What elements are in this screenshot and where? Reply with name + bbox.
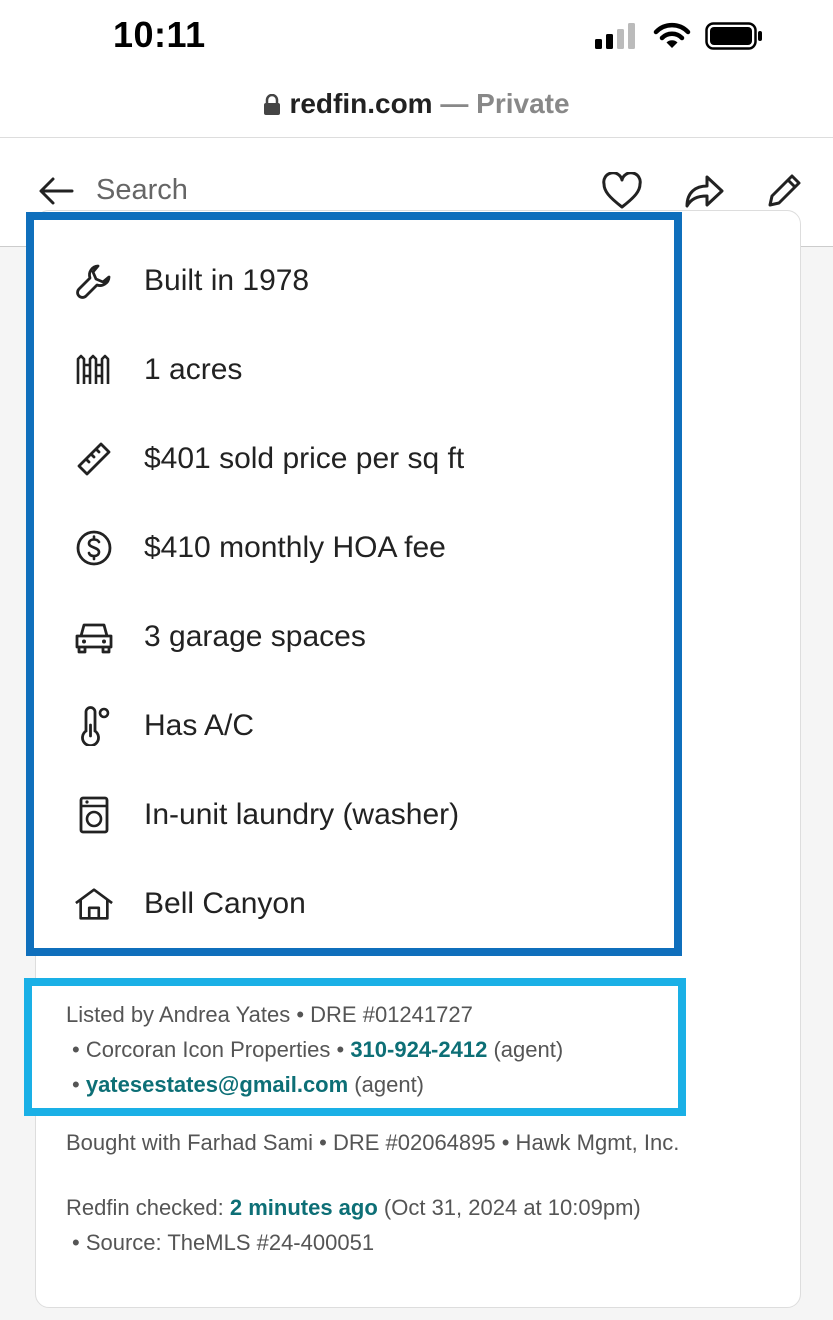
share-arrow-icon[interactable] [683, 172, 725, 210]
lock-icon [264, 94, 281, 115]
agent-label: (agent) [348, 1072, 425, 1097]
mls-source-text: • Source: TheMLS #24-400051 [72, 1230, 375, 1255]
status-bar: 10:11 [0, 0, 833, 80]
dollar-circle-icon [74, 528, 114, 568]
feature-garage: 3 garage spaces [74, 612, 366, 662]
feature-year-built: Built in 1978 [74, 256, 309, 306]
house-icon [74, 884, 114, 924]
url-domain: redfin.com [289, 88, 433, 119]
edit-pencil-icon[interactable] [765, 172, 803, 210]
feature-text: $410 monthly HOA fee [144, 531, 446, 564]
feature-text: Bell Canyon [144, 887, 306, 920]
car-icon [74, 617, 114, 657]
bought-with-text: Bought with Farhad Sami • DRE #02064895 … [66, 1130, 680, 1155]
feature-text: Has A/C [144, 709, 255, 742]
favorite-heart-icon[interactable] [601, 172, 643, 210]
back-arrow-icon[interactable] [38, 176, 74, 206]
cellular-signal-icon [595, 23, 635, 49]
checked-time-link[interactable]: 2 minutes ago [230, 1195, 378, 1220]
listed-by-text: Listed by Andrea Yates • DRE #01241727 [66, 1002, 473, 1027]
feature-text: 1 acres [144, 353, 243, 386]
private-mode-label: Private [476, 88, 570, 119]
feature-community: Bell Canyon [74, 879, 306, 929]
thermometer-icon [74, 706, 114, 746]
fence-icon [74, 350, 114, 390]
bullet-text: • [72, 1072, 86, 1097]
agent-phone-link[interactable]: 310-924-2412 [350, 1037, 487, 1062]
url-separator: — [432, 88, 477, 119]
feature-text: 3 garage spaces [144, 620, 366, 653]
search-input[interactable]: Search [96, 174, 188, 207]
checked-label: Redfin checked: [66, 1195, 230, 1220]
wifi-icon [653, 22, 691, 48]
ruler-icon [74, 439, 114, 479]
browser-url-bar[interactable]: redfin.com — Private [0, 80, 833, 138]
redfin-checked-line: Redfin checked: 2 minutes ago (Oct 31, 2… [66, 1195, 641, 1221]
agent-email-link[interactable]: yatesestates@gmail.com [86, 1072, 348, 1097]
feature-lot-size: 1 acres [74, 345, 242, 395]
brokerage-line: • Corcoran Icon Properties • 310-924-241… [72, 1037, 563, 1063]
checked-date: (Oct 31, 2024 at 10:09pm) [377, 1195, 641, 1220]
status-icons [595, 22, 763, 50]
listing-agent-info: Listed by Andrea Yates • DRE #01241727 •… [24, 978, 686, 1116]
wrench-icon [74, 261, 114, 301]
brokerage-text: • Corcoran Icon Properties • [72, 1037, 351, 1062]
feature-ac: Has A/C [74, 701, 254, 751]
email-line: • yatesestates@gmail.com (agent) [72, 1072, 424, 1098]
feature-text: In-unit laundry (washer) [144, 798, 460, 831]
washer-icon [74, 795, 114, 835]
battery-icon [705, 22, 762, 50]
feature-hoa-fee: $410 monthly HOA fee [74, 523, 446, 573]
feature-text: Built in 1978 [144, 264, 310, 297]
status-time: 10:11 [113, 14, 206, 55]
home-features-list: Built in 1978 1 acres $401 sold price pe… [26, 212, 682, 956]
feature-laundry: In-unit laundry (washer) [74, 790, 459, 840]
agent-label: (agent) [487, 1037, 564, 1062]
feature-text: $401 sold price per sq ft [144, 442, 465, 475]
feature-price-per-sqft: $401 sold price per sq ft [74, 434, 464, 484]
